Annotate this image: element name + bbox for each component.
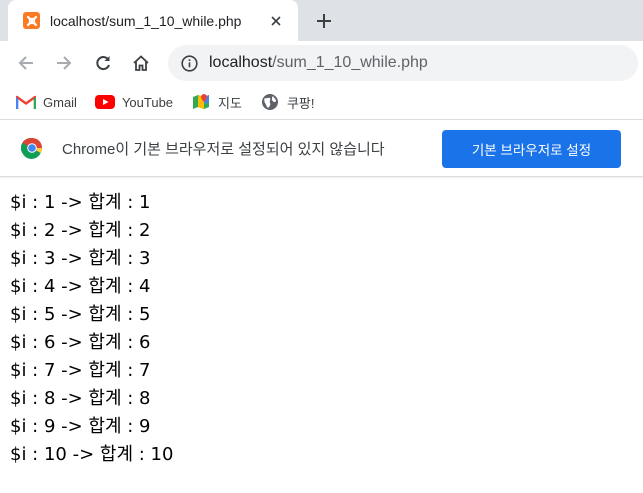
bookmarks-bar: Gmail YouTube 지도 쿠팡! [0, 85, 643, 119]
url-host: localhost [209, 54, 273, 71]
bookmark-coupang[interactable]: 쿠팡! [260, 93, 315, 112]
forward-arrow-icon[interactable] [48, 47, 80, 79]
output-line: $i : 4 -> 합계 : 4 [10, 276, 151, 297]
output-line: $i : 9 -> 합계 : 9 [10, 416, 151, 437]
output-line: $i : 3 -> 합계 : 3 [10, 248, 151, 269]
reload-icon[interactable] [87, 47, 119, 79]
bookmark-label: 지도 [218, 95, 242, 111]
info-icon[interactable] [180, 54, 198, 72]
close-tab-icon[interactable] [266, 11, 286, 31]
browser-tab[interactable]: localhost/sum_1_10_while.php [8, 0, 298, 41]
bookmark-gmail[interactable]: Gmail [16, 93, 77, 111]
output-line: $i : 10 -> 합계 : 10 [10, 444, 174, 465]
bookmark-youtube[interactable]: YouTube [94, 93, 174, 111]
output-line: $i : 2 -> 합계 : 2 [10, 220, 151, 241]
youtube-icon [94, 93, 115, 111]
output-line: $i : 6 -> 합계 : 6 [10, 332, 151, 353]
maps-icon [191, 93, 211, 111]
xampp-icon [23, 12, 40, 29]
gmail-icon [16, 93, 36, 111]
new-tab-icon[interactable] [313, 10, 335, 32]
bookmark-label: 쿠팡! [286, 95, 315, 111]
back-arrow-icon[interactable] [10, 47, 42, 79]
tab-title: localhost/sum_1_10_while.php [50, 12, 242, 29]
url-path: /sum_1_10_while.php [272, 54, 428, 71]
globe-icon [260, 93, 280, 111]
page-content: $i : 1 -> 합계 : 1 $i : 2 -> 합계 : 2 $i : 3… [0, 177, 643, 469]
address-bar[interactable]: localhost/sum_1_10_while.php [168, 45, 638, 81]
home-icon[interactable] [125, 47, 157, 79]
output-line: $i : 5 -> 합계 : 5 [10, 304, 151, 325]
tab-strip: localhost/sum_1_10_while.php [0, 0, 643, 41]
browser-toolbar: localhost/sum_1_10_while.php [0, 41, 643, 85]
infobar-message: Chrome이 기본 브라우저로 설정되어 있지 않습니다 [62, 141, 385, 158]
bookmark-label: YouTube [121, 94, 174, 110]
bookmark-maps[interactable]: 지도 [191, 93, 242, 112]
url-text: localhost/sum_1_10_while.php [209, 54, 428, 72]
default-browser-infobar: Chrome이 기본 브라우저로 설정되어 있지 않습니다 기본 브라우저로 설… [0, 119, 643, 177]
chrome-icon [20, 137, 43, 159]
output-line: $i : 8 -> 합계 : 8 [10, 388, 151, 409]
bookmark-label: Gmail [43, 94, 77, 110]
output-line: $i : 7 -> 합계 : 7 [10, 360, 151, 381]
set-default-browser-button[interactable]: 기본 브라우저로 설정 [442, 130, 621, 168]
output-line: $i : 1 -> 합계 : 1 [10, 192, 151, 213]
